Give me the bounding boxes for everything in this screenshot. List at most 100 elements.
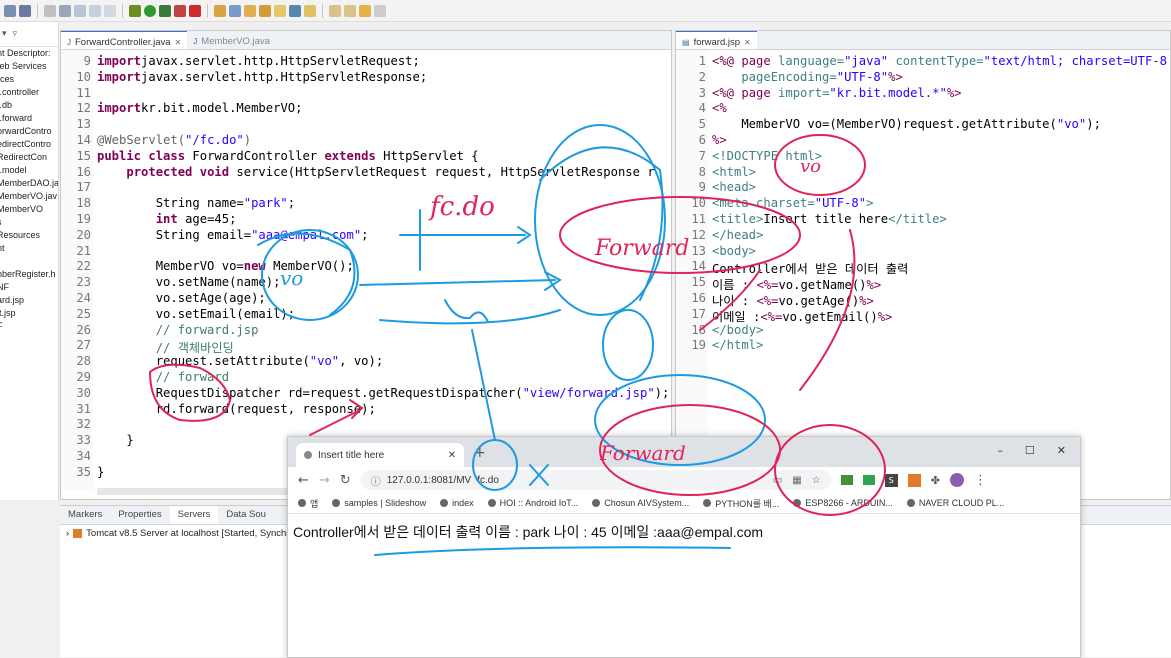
menu-icon[interactable]: ⋮ bbox=[974, 473, 987, 488]
address-bar[interactable]: ⓘ 127.0.0.1:8081/MV fc.do ▭ ▦ ☆ bbox=[360, 470, 831, 490]
explorer-item[interactable]: t.model bbox=[0, 164, 58, 177]
forward-icon[interactable]: → bbox=[319, 473, 330, 488]
code-line[interactable]: vo.setName(name); bbox=[97, 275, 281, 289]
code-line[interactable]: MemberVO vo=new MemberVO(); bbox=[97, 259, 354, 273]
code-line[interactable]: importjavax.servlet.http.HttpServletRequ… bbox=[97, 54, 420, 68]
explorer-item[interactable]: MemberVO bbox=[0, 203, 58, 216]
step-over-icon[interactable] bbox=[104, 4, 116, 17]
new-tab-icon[interactable]: + bbox=[474, 445, 486, 461]
tab-forward-controller[interactable]: J ForwardController.java ✕ bbox=[61, 31, 188, 49]
code-line[interactable]: </html> bbox=[712, 338, 763, 352]
back-icon[interactable]: ← bbox=[298, 473, 309, 488]
explorer-item[interactable]: t.controller bbox=[0, 86, 58, 99]
code-line[interactable]: public class ForwardController extends H… bbox=[97, 149, 479, 163]
code-line[interactable]: int age=45; bbox=[97, 212, 237, 226]
explorer-item[interactable]: nt Descriptor: bbox=[0, 47, 58, 60]
code-line[interactable]: %> bbox=[712, 133, 727, 147]
back-icon[interactable] bbox=[359, 4, 371, 17]
tab-servers[interactable]: Servers bbox=[169, 506, 219, 524]
code-line[interactable]: <% bbox=[712, 101, 727, 115]
folder-icon[interactable] bbox=[244, 4, 256, 17]
star-icon[interactable]: ☆ bbox=[812, 475, 821, 486]
code-line[interactable]: <meta charset="UTF-8"> bbox=[712, 196, 873, 210]
code-line[interactable]: </body> bbox=[712, 323, 763, 337]
explorer-item[interactable]: RedirectCon bbox=[0, 151, 58, 164]
bookmark-item[interactable]: NAVER CLOUD PL... bbox=[906, 498, 1004, 508]
bookmark-item[interactable]: PYTHON를 배... bbox=[703, 497, 779, 510]
code-line[interactable]: </head> bbox=[712, 228, 763, 242]
code-line[interactable]: // forward.jsp bbox=[97, 323, 259, 337]
code-line[interactable]: vo.setAge(age); bbox=[97, 291, 266, 305]
view-menu-icon[interactable]: ▿ bbox=[13, 29, 18, 39]
chevron-down-icon[interactable]: ▾ bbox=[2, 29, 7, 39]
save-icon[interactable] bbox=[19, 4, 31, 17]
explorer-item[interactable]: /eb Services bbox=[0, 60, 58, 73]
avatar[interactable] bbox=[949, 473, 964, 487]
code-line[interactable]: MemberVO vo=(MemberVO)request.getAttribu… bbox=[712, 117, 1101, 131]
code-line[interactable]: request.setAttribute("vo", vo); bbox=[97, 354, 384, 368]
extension-s-icon[interactable]: S bbox=[884, 473, 898, 487]
code-line[interactable]: <head> bbox=[712, 180, 756, 194]
annotation-icon[interactable] bbox=[304, 4, 316, 17]
explorer-item[interactable]: nberRegister.h bbox=[0, 268, 58, 281]
server-stop-icon[interactable] bbox=[189, 4, 201, 17]
code-line[interactable]: <html> bbox=[712, 165, 756, 179]
stop-icon[interactable] bbox=[174, 4, 186, 17]
code-line[interactable]: // forward bbox=[97, 370, 229, 384]
forward-icon[interactable] bbox=[374, 4, 386, 17]
puzzle-icon[interactable]: ✤ bbox=[931, 474, 940, 487]
print-icon[interactable] bbox=[44, 4, 56, 17]
close-icon[interactable]: ✕ bbox=[448, 450, 456, 461]
explorer-item[interactable]: NF bbox=[0, 281, 58, 294]
code-line[interactable]: RequestDispatcher rd=request.getRequestD… bbox=[97, 386, 670, 400]
debug-icon[interactable] bbox=[129, 4, 141, 17]
bookmark-item[interactable]: Chosun AIVSystem... bbox=[592, 498, 689, 508]
reload-icon[interactable]: ↻ bbox=[340, 473, 351, 488]
step-icon[interactable] bbox=[59, 4, 71, 17]
disconnect-icon[interactable] bbox=[89, 4, 101, 17]
code-line[interactable]: importjavax.servlet.http.HttpServletResp… bbox=[97, 70, 427, 84]
bookmark-item[interactable]: ESP8266 - ARDUIN... bbox=[793, 498, 893, 508]
bookmark-item[interactable]: HOI :: Android IoT... bbox=[487, 498, 578, 508]
expand-icon[interactable]: › bbox=[66, 528, 69, 539]
tab-properties[interactable]: Properties bbox=[110, 506, 169, 524]
explorer-item[interactable]: rces bbox=[0, 73, 58, 86]
explorer-item[interactable]: t.forward bbox=[0, 112, 58, 125]
explorer-item[interactable]: F bbox=[0, 320, 58, 333]
open-type-icon[interactable] bbox=[214, 4, 226, 17]
browser-tab[interactable]: Insert title here ✕ bbox=[296, 443, 464, 467]
open-resource-icon[interactable] bbox=[229, 4, 241, 17]
code-line[interactable]: <title>Insert title here</title> bbox=[712, 212, 947, 226]
close-icon[interactable]: ✕ bbox=[744, 38, 751, 47]
explorer-item[interactable]: r bbox=[0, 255, 58, 268]
code-line[interactable]: pageEncoding="UTF-8"%> bbox=[712, 70, 902, 84]
search-icon[interactable] bbox=[274, 4, 286, 17]
explorer-item[interactable]: Resources bbox=[0, 229, 58, 242]
maximize-icon[interactable]: ☐ bbox=[1025, 444, 1035, 457]
code-line[interactable]: } bbox=[97, 465, 104, 479]
run-icon[interactable] bbox=[144, 4, 156, 17]
terminate-icon[interactable] bbox=[74, 4, 86, 17]
tab-markers[interactable]: Markers bbox=[60, 506, 110, 524]
prev-annotation-icon[interactable] bbox=[344, 4, 356, 17]
minimize-icon[interactable]: – bbox=[997, 444, 1003, 457]
explorer-item[interactable]: ard.jsp bbox=[0, 294, 58, 307]
extension-icon[interactable] bbox=[907, 473, 921, 487]
bookmark-item[interactable]: samples | Slideshow bbox=[332, 498, 426, 508]
screen-icon[interactable]: ▭ bbox=[773, 475, 782, 486]
next-annotation-icon[interactable] bbox=[329, 4, 341, 17]
code-line[interactable]: rd.forward(request, response); bbox=[97, 402, 376, 416]
code-line[interactable]: <body> bbox=[712, 244, 756, 258]
code-line[interactable]: <%@ page import="kr.bit.model.*"%> bbox=[712, 86, 962, 100]
package-icon[interactable] bbox=[259, 4, 271, 17]
tab-data-source[interactable]: Data Sou bbox=[218, 506, 274, 524]
code-line[interactable]: vo.setEmail(email); bbox=[97, 307, 295, 321]
explorer-item[interactable]: t.db bbox=[0, 99, 58, 112]
explorer-item[interactable]: lt.jsp bbox=[0, 307, 58, 320]
code-line[interactable]: } bbox=[97, 433, 133, 447]
extension-icon[interactable] bbox=[862, 475, 875, 485]
jsp-code-area[interactable]: 1 <%@ page language="java" contentType="t… bbox=[676, 50, 1170, 490]
code-line[interactable]: String name="park"; bbox=[97, 196, 295, 210]
bookmark-item[interactable]: index bbox=[440, 498, 474, 508]
extension-icon[interactable] bbox=[840, 475, 853, 485]
